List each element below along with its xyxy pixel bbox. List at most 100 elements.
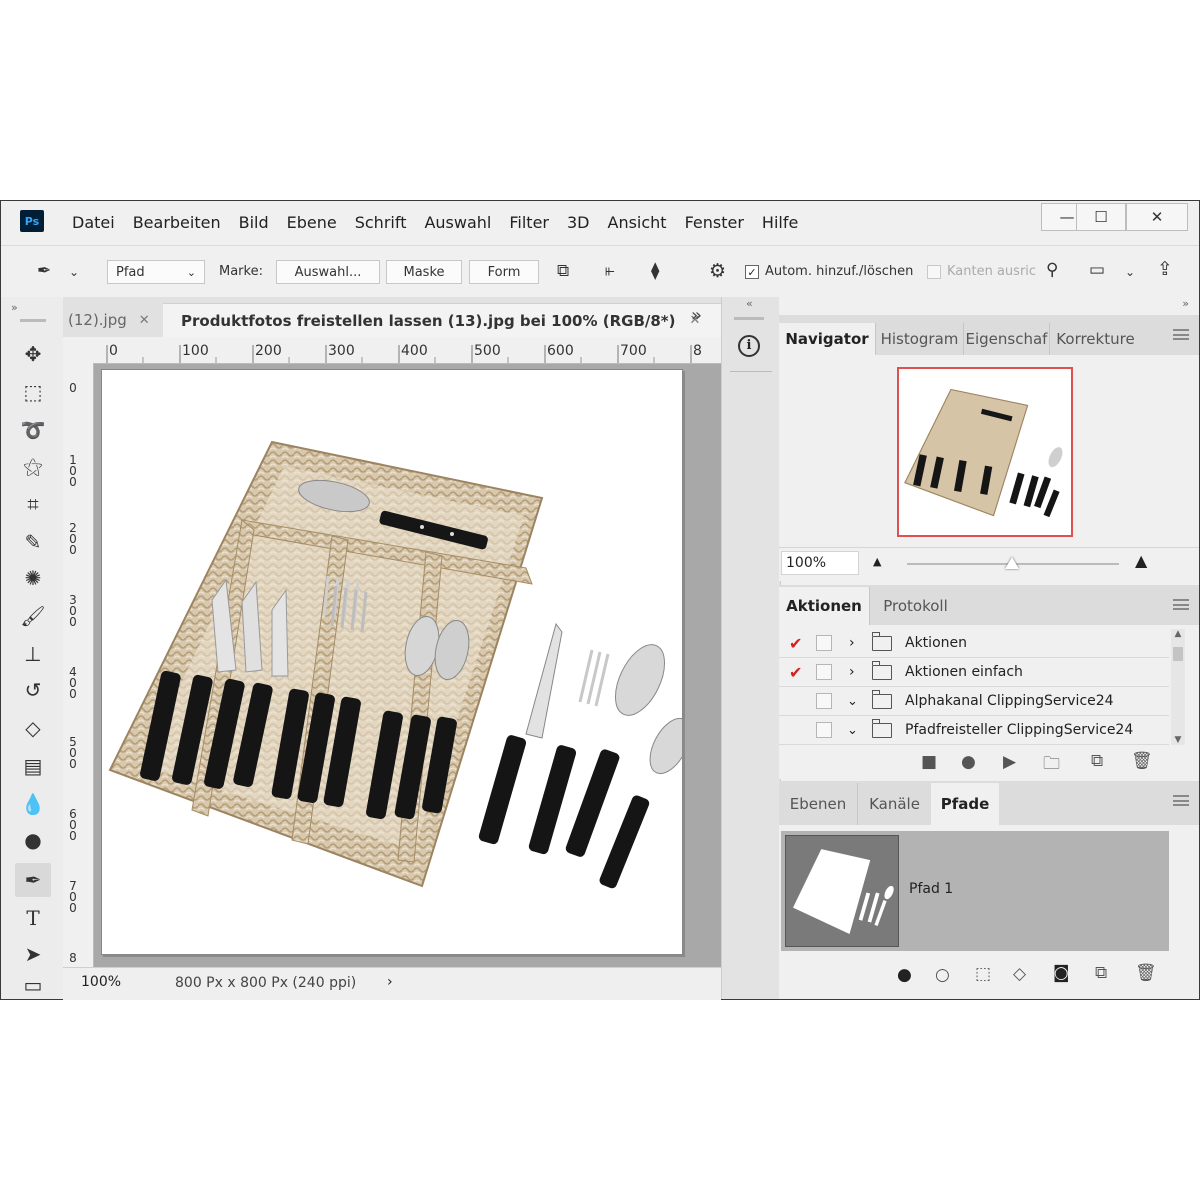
strip-grip[interactable] [734,317,764,320]
tab-adjustments[interactable]: Korrekture [1049,323,1141,355]
load-path-as-selection-icon[interactable]: ⬚ [975,964,991,984]
lasso-tool-icon[interactable]: ➰ [15,413,51,447]
rectangle-tool-icon[interactable]: ▭ [15,973,51,997]
gradient-tool-icon[interactable]: ▤ [15,749,51,783]
healing-brush-tool-icon[interactable]: ✺ [15,561,51,595]
play-icon[interactable]: ▶ [1003,752,1016,772]
selection-button[interactable]: Auswahl... [276,260,380,284]
menu-auswahl[interactable]: Auswahl [424,213,491,232]
pen-tool-icon[interactable]: ✒ [15,863,51,897]
record-icon[interactable]: ● [961,752,976,772]
tab-channels[interactable]: Kanäle [857,783,931,825]
menu-ansicht[interactable]: Ansicht [608,213,667,232]
menu-schrift[interactable]: Schrift [355,213,407,232]
menu-3d[interactable]: 3D [567,213,590,232]
path-arrangement-icon[interactable]: ⧫ [651,263,659,280]
toolbar-grip[interactable] [20,319,46,322]
menu-filter[interactable]: Filter [509,213,549,232]
gear-icon[interactable]: ⚙ [709,262,726,281]
align-edges-checkbox[interactable] [927,265,941,279]
status-zoom[interactable]: 100% [81,974,121,990]
scrollbar-thumb[interactable] [1173,647,1183,661]
add-mask-icon[interactable]: ◙ [1053,963,1070,983]
canvas-area[interactable]: 0 100 200 300 400 500 600 700 8 0 1 0 0 … [63,337,721,967]
new-action-icon[interactable]: ⧉ [1091,751,1103,771]
action-set-row[interactable]: ✔ › Aktionen [779,629,1169,658]
action-dialog-toggle[interactable] [816,693,832,709]
navigator-zoom-input[interactable]: 100% [781,551,859,575]
menu-ebene[interactable]: Ebene [287,213,337,232]
share-icon[interactable]: ⇪ [1157,260,1173,279]
tab-document-13[interactable]: Produktfotos freistellen lassen (13).jpg… [163,303,723,337]
chevron-down-icon[interactable]: ⌄ [69,266,79,278]
type-tool-icon[interactable]: T [15,901,51,935]
collapse-chevron-icon[interactable]: ⌄ [847,694,858,709]
zoom-out-icon[interactable]: ▲ [873,555,881,568]
expand-chevron-icon[interactable]: › [849,635,855,651]
zoom-in-icon[interactable]: ▲ [1135,551,1147,570]
navigator-menu-icon[interactable] [1173,329,1189,340]
path-row[interactable]: Pfad 1 [781,831,1169,951]
scroll-up-icon[interactable]: ▲ [1171,629,1185,639]
fill-path-icon[interactable]: ● [897,965,912,985]
auto-add-delete-checkbox[interactable]: ✓ [745,265,759,279]
action-enabled-check-icon[interactable]: ✔ [789,634,802,653]
action-dialog-toggle[interactable] [816,635,832,651]
dodge-tool-icon[interactable]: ● [15,823,51,857]
shape-button[interactable]: Form [469,260,539,284]
status-menu-arrow-icon[interactable]: › [387,974,393,990]
action-dialog-toggle[interactable] [816,664,832,680]
tab-history[interactable]: Protokoll [869,587,961,625]
blur-tool-icon[interactable]: 💧 [15,787,51,821]
eyedropper-tool-icon[interactable]: ✎ [15,525,51,559]
tab-navigator[interactable]: Navigator [779,323,875,355]
marquee-tool-icon[interactable]: ⬚ [15,375,51,409]
tabs-overflow-icon[interactable]: » [691,305,702,326]
make-work-path-icon[interactable]: ◇ [1013,964,1026,984]
stamp-tool-icon[interactable]: ⊥ [15,637,51,671]
scroll-down-icon[interactable]: ▼ [1171,735,1185,745]
mask-button[interactable]: Maske [386,260,462,284]
trash-icon[interactable]: 🗑 [1131,751,1153,771]
paths-menu-icon[interactable] [1173,795,1189,806]
tab-properties[interactable]: Eigenschaf [963,323,1049,355]
action-dialog-toggle[interactable] [816,722,832,738]
stop-icon[interactable]: ■ [921,752,937,772]
document-canvas[interactable] [101,369,691,955]
trash-icon[interactable]: 🗑 [1135,963,1157,983]
move-tool-icon[interactable]: ✥ [15,337,51,371]
close-tab-icon[interactable]: ✕ [139,313,150,328]
collapse-chevron-icon[interactable]: ⌄ [847,723,858,738]
magic-wand-tool-icon[interactable]: ⚝ [15,449,51,483]
mode-select[interactable]: Pfad ⌄ [107,260,205,284]
menu-datei[interactable]: Datei [72,213,115,232]
collapse-panels-icon[interactable]: » [1182,297,1189,310]
collapse-strip-icon[interactable]: « [746,297,753,310]
history-brush-tool-icon[interactable]: ↺ [15,673,51,707]
actions-menu-icon[interactable] [1173,599,1189,610]
stroke-path-icon[interactable]: ○ [935,965,950,985]
action-set-row[interactable]: ⌄ Alphakanal ClippingService24 [779,687,1169,716]
action-set-row[interactable]: ⌄ Pfadfreisteller ClippingService24 [779,716,1169,745]
menu-hilfe[interactable]: Hilfe [762,213,798,232]
eraser-tool-icon[interactable]: ◇ [15,711,51,745]
new-path-icon[interactable]: ⧉ [1095,963,1107,983]
chevron-down-icon[interactable]: ⌄ [1125,266,1135,278]
menu-bild[interactable]: Bild [239,213,269,232]
tab-paths[interactable]: Pfade [931,783,999,825]
actions-scrollbar[interactable]: ▲ ▼ [1171,629,1185,745]
tab-layers[interactable]: Ebenen [779,783,857,825]
menu-fenster[interactable]: Fenster [685,213,744,232]
search-icon[interactable]: ⚲ [1046,262,1058,279]
tab-histogram[interactable]: Histogram [875,323,963,355]
pen-tool-icon[interactable]: ✒ [37,263,51,280]
path-operations-icon[interactable]: ⧉ [557,263,569,280]
close-window-button[interactable]: ✕ [1126,203,1188,231]
maximize-button[interactable]: ☐ [1076,203,1126,231]
brush-tool-icon[interactable]: 🖌 [15,599,51,633]
new-set-folder-icon[interactable]: 🗀 [1043,751,1060,780]
action-enabled-check-icon[interactable]: ✔ [789,663,802,682]
path-alignment-icon[interactable]: ⫦ [605,263,615,280]
path-selection-tool-icon[interactable]: ➤ [15,937,51,971]
tab-document-12[interactable]: (12).jpg ✕ [63,303,163,337]
